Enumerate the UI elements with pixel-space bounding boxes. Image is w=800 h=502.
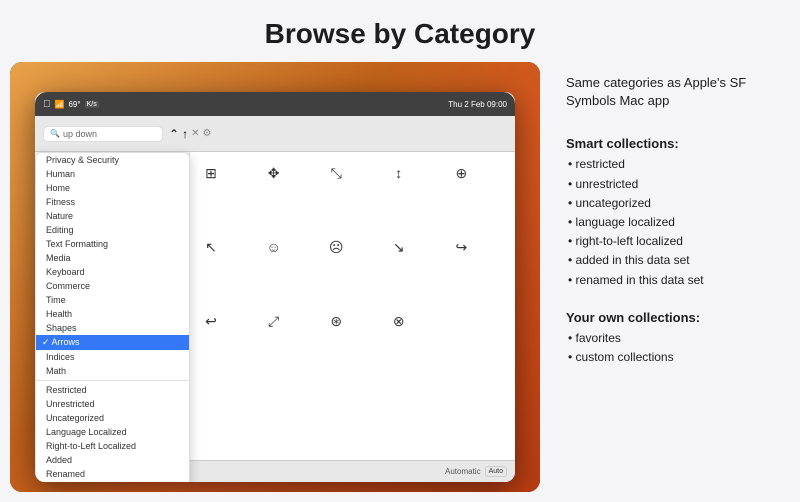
symbol-13[interactable]: ⊛ [323,308,349,334]
page-title: Browse by Category [0,0,800,62]
symbol-5[interactable]: ⊕ [448,160,474,186]
intro-text: Same categories as Apple's SF Symbols Ma… [566,74,774,110]
sc-item-5: added in this data set [566,251,774,270]
category-dropdown[interactable]: Privacy & Security Human Home Fitness Na… [35,152,190,482]
own-collections-title: Your own collections: [566,310,774,325]
toolbar: 🔍 up down ⌃ ↑ ✕ ⚙ [35,116,515,152]
content-area: Privacy & Security Human Home Fitness Na… [35,152,515,460]
menu-bar-icons: 📶69° K/s [55,100,99,109]
right-panel: Same categories as Apple's SF Symbols Ma… [550,62,790,492]
dropdown-item-editing[interactable]: Editing [36,223,189,237]
sc-item-3: language localized [566,213,774,232]
dropdown-item-health[interactable]: Health [36,307,189,321]
dropdown-item-keyboard[interactable]: Keyboard [36,265,189,279]
intro-section: Same categories as Apple's SF Symbols Ma… [566,74,774,116]
dropdown-item-lang-loc[interactable]: Language Localized [36,425,189,439]
symbol-1[interactable]: ⊞ [198,160,224,186]
dropdown-item-nature[interactable]: Nature [36,209,189,223]
dropdown-item-renamed[interactable]: Renamed [36,467,189,481]
dropdown-item-privacy[interactable]: Privacy & Security [36,153,189,167]
close-btn[interactable]: ✕ [191,128,199,139]
down-arrow-btn[interactable]: ↑ [182,127,188,141]
symbol-11[interactable]: ↩ [198,308,224,334]
smart-collections-list: restricted unrestricted uncategorized la… [566,155,774,289]
sc-item-6: renamed in this data set [566,271,774,290]
smart-collections-title: Smart collections: [566,136,774,151]
dropdown-item-uncategorized[interactable]: Uncategorized [36,411,189,425]
dropdown-item-textformat[interactable]: Text Formatting [36,237,189,251]
dropdown-item-arrows[interactable]: ✓ Arrows [36,335,189,350]
symbol-2[interactable]: ✥ [261,160,287,186]
mode-label: Automatic [445,467,481,476]
menu-bar:  📶69° K/s Thu 2 Feb 09:00 [35,92,515,116]
symbol-7[interactable]: ☺ [261,234,287,260]
app-window: 🔍 up down ⌃ ↑ ✕ ⚙ [35,116,515,482]
dropdown-item-restricted[interactable]: Restricted [36,383,189,397]
oc-item-1: custom collections [566,348,774,367]
symbol-4[interactable]: ↕ [386,160,412,186]
status-right: Automatic Auto [445,466,507,477]
dropdown-item-added[interactable]: Added [36,453,189,467]
menu-bar-date: Thu 2 Feb 09:00 [448,100,507,109]
symbol-6[interactable]: ↖ [198,234,224,260]
symbol-9[interactable]: ↘ [386,234,412,260]
apple-icon:  [43,99,51,110]
dropdown-item-indices[interactable]: Indices [36,350,189,364]
dropdown-item-time[interactable]: Time [36,293,189,307]
sc-item-1: unrestricted [566,175,774,194]
sc-item-0: restricted [566,155,774,174]
menu-bar-left:  📶69° K/s [43,99,448,110]
symbol-14[interactable]: ⊗ [386,308,412,334]
up-arrow-btn[interactable]: ⌃ [169,127,179,141]
dropdown-item-home[interactable]: Home [36,181,189,195]
dropdown-item-rtl-loc[interactable]: Right-to-Left Localized [36,439,189,453]
settings-btn[interactable]: ⚙ [202,128,211,139]
menu-bar-right: Thu 2 Feb 09:00 [448,100,507,109]
toolbar-buttons: ⌃ ↑ ✕ ⚙ [169,127,211,141]
search-text: up down [63,129,97,139]
search-bar[interactable]: 🔍 up down [43,126,163,142]
dropdown-item-unrestricted[interactable]: Unrestricted [36,397,189,411]
dropdown-item-math[interactable]: Math [36,364,189,378]
dropdown-item-shapes[interactable]: Shapes [36,321,189,335]
own-collections-list: favorites custom collections [566,329,774,367]
oc-item-0: favorites [566,329,774,348]
dropdown-item-media[interactable]: Media [36,251,189,265]
dropdown-item-human[interactable]: Human [36,167,189,181]
own-collections-section: Your own collections: favorites custom c… [566,302,774,367]
symbol-10[interactable]: ↪ [448,234,474,260]
dropdown-item-commerce[interactable]: Commerce [36,279,189,293]
dropdown-divider-1 [36,380,189,381]
symbols-grid: ⊞ ✥ ⤡ ↕ ⊕ ↖ ☺ ☹ ↘ ↪ ↩ ⤢ ⊛ ⊗ [190,152,515,460]
symbol-3[interactable]: ⤡ [323,160,349,186]
main-content:  📶69° K/s Thu 2 Feb 09:00 🔍 up down [0,62,800,502]
mac-window:  📶69° K/s Thu 2 Feb 09:00 🔍 up down [35,92,515,482]
sidebar: Privacy & Security Human Home Fitness Na… [35,152,190,460]
sc-item-2: uncategorized [566,194,774,213]
sc-item-4: right-to-left localized [566,232,774,251]
symbol-12[interactable]: ⤢ [261,308,287,334]
search-icon: 🔍 [50,129,60,138]
dropdown-item-fitness[interactable]: Fitness [36,195,189,209]
automatic-badge: Auto [485,466,507,477]
symbol-8[interactable]: ☹ [323,234,349,260]
screenshot-area:  📶69° K/s Thu 2 Feb 09:00 🔍 up down [10,62,540,492]
smart-collections-section: Smart collections: restricted unrestrict… [566,128,774,289]
